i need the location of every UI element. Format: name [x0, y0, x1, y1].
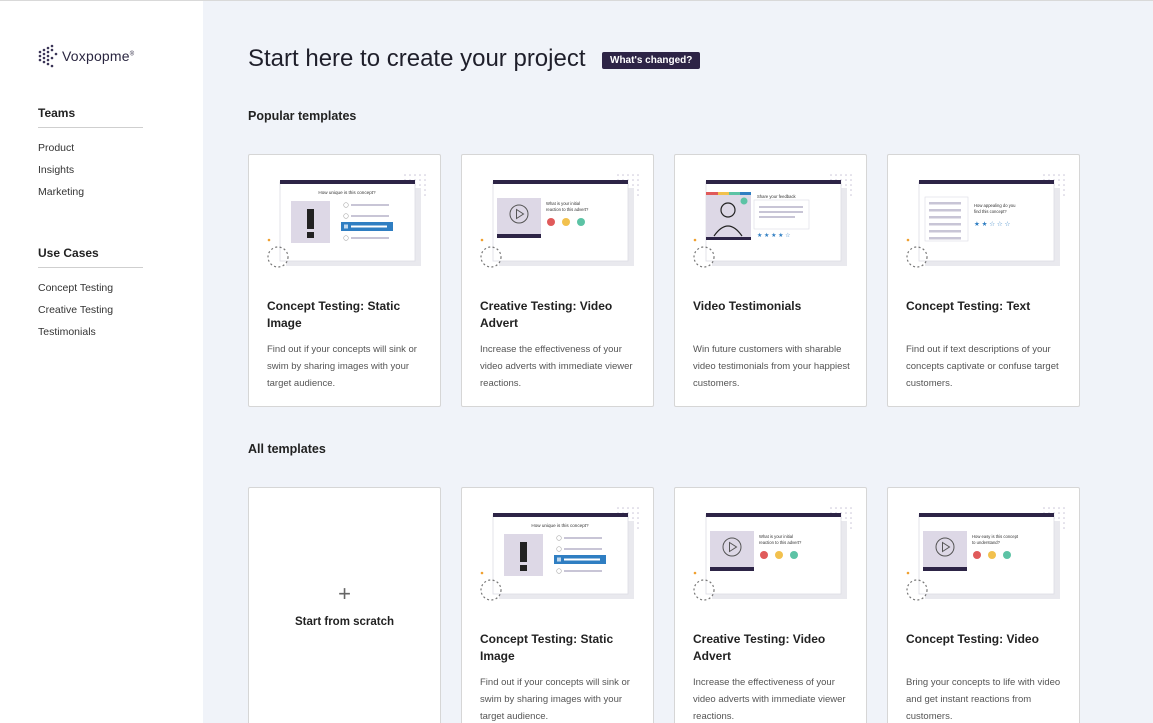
svg-text:to understand?: to understand?: [972, 540, 1001, 545]
illustration-svg: Share your feedback ★ ★ ★ ★ ☆: [693, 174, 852, 268]
template-card[interactable]: How appealing do you find this concept? …: [887, 154, 1080, 407]
template-title: Creative Testing: Video Advert: [693, 632, 826, 663]
template-description: Increase the effectiveness of your video…: [480, 344, 633, 389]
sidebar-item-marketing[interactable]: Marketing: [38, 185, 143, 207]
template-description: Win future customers with sharable video…: [693, 344, 850, 389]
template-illustration: What is your initial reaction to this ad…: [477, 173, 642, 269]
sidebar-item-product[interactable]: Product: [38, 141, 143, 163]
all-templates-heading: All templates: [248, 442, 326, 456]
template-title: Creative Testing: Video Advert: [480, 299, 613, 330]
template-description: Find out if text descriptions of your co…: [906, 344, 1059, 389]
sidebar-item-concept-testing[interactable]: Concept Testing: [38, 281, 143, 303]
svg-text:find this concept?: find this concept?: [974, 209, 1007, 214]
svg-text:Share your feedback: Share your feedback: [757, 194, 797, 199]
illustration-svg: How unique is this concept?: [480, 507, 639, 601]
svg-text:How easy is this concept: How easy is this concept: [972, 534, 1019, 539]
svg-text:How unique is this concept?: How unique is this concept?: [318, 190, 376, 195]
template-description: Increase the effectiveness of your video…: [693, 677, 846, 722]
template-illustration: Share your feedback ★ ★ ★ ★ ☆: [690, 173, 855, 269]
sidebar-item-creative-testing[interactable]: Creative Testing: [38, 303, 143, 325]
brand-name: Voxpopme®: [62, 48, 135, 64]
start-from-scratch-label: Start from scratch: [294, 616, 395, 628]
svg-text:How appealing do you: How appealing do you: [974, 203, 1016, 208]
illustration-svg: How unique is this concept?: [267, 174, 426, 268]
svg-text:★ ★ ★ ★ ☆: ★ ★ ★ ★ ☆: [757, 232, 791, 239]
template-title: Concept Testing: Text: [906, 299, 1031, 313]
template-title: Concept Testing: Video: [906, 632, 1039, 646]
illustration-svg: How appealing do you find this concept? …: [906, 174, 1065, 268]
svg-text:What is your initial: What is your initial: [546, 201, 580, 206]
teams-heading: Teams: [38, 106, 143, 128]
template-description: Find out if your concepts will sink or s…: [267, 344, 417, 389]
template-card[interactable]: How unique is this concept? Concept Test…: [461, 487, 654, 723]
template-description: Bring your concepts to life with video a…: [906, 677, 1061, 722]
template-illustration: How easy is this concept to understand?: [903, 506, 1068, 602]
template-card[interactable]: Share your feedback ★ ★ ★ ★ ☆ Video Test…: [674, 154, 867, 407]
template-title: Concept Testing: Static Image: [267, 299, 401, 330]
teams-section: Teams Product Insights Marketing: [38, 106, 143, 207]
template-card[interactable]: How unique is this concept? Concept Test…: [248, 154, 441, 407]
use-cases-heading: Use Cases: [38, 246, 143, 268]
sidebar-item-testimonials[interactable]: Testimonials: [38, 325, 143, 347]
svg-text:reaction to this advert?: reaction to this advert?: [759, 540, 802, 545]
sidebar-item-insights[interactable]: Insights: [38, 163, 143, 185]
start-from-scratch-card[interactable]: + Start from scratch: [248, 487, 441, 723]
template-illustration: How unique is this concept?: [264, 173, 429, 269]
whats-changed-button[interactable]: What's changed?: [602, 52, 701, 69]
illustration-svg: What is your initial reaction to this ad…: [480, 174, 639, 268]
illustration-svg: How easy is this concept to understand?: [906, 507, 1065, 601]
voxpopme-logo-icon: [38, 44, 58, 68]
page-title: Start here to create your project: [248, 45, 586, 72]
brand-logo[interactable]: Voxpopme®: [38, 44, 134, 68]
sidebar: Voxpopme® Teams Product Insights Marketi…: [0, 1, 203, 723]
template-illustration: What is your initial reaction to this ad…: [690, 506, 855, 602]
template-description: Find out if your concepts will sink or s…: [480, 677, 630, 722]
template-card[interactable]: What is your initial reaction to this ad…: [674, 487, 867, 723]
svg-text:reaction to this advert?: reaction to this advert?: [546, 207, 589, 212]
main-content: Start here to create your project What's…: [203, 1, 1153, 723]
popular-templates-heading: Popular templates: [248, 109, 357, 123]
svg-text:★ ★ ☆ ☆ ☆: ★ ★ ☆ ☆ ☆: [974, 220, 1011, 228]
use-cases-section: Use Cases Concept Testing Creative Testi…: [38, 246, 143, 347]
svg-text:How unique is this concept?: How unique is this concept?: [531, 523, 589, 528]
illustration-svg: What is your initial reaction to this ad…: [693, 507, 852, 601]
template-card[interactable]: What is your initial reaction to this ad…: [461, 154, 654, 407]
template-illustration: How unique is this concept?: [477, 506, 642, 602]
plus-icon: +: [338, 581, 351, 606]
template-title: Concept Testing: Static Image: [480, 632, 614, 663]
template-title: Video Testimonials: [693, 299, 802, 313]
svg-text:What is your initial: What is your initial: [759, 534, 793, 539]
template-illustration: How appealing do you find this concept? …: [903, 173, 1068, 269]
template-card[interactable]: How easy is this concept to understand? …: [887, 487, 1080, 723]
